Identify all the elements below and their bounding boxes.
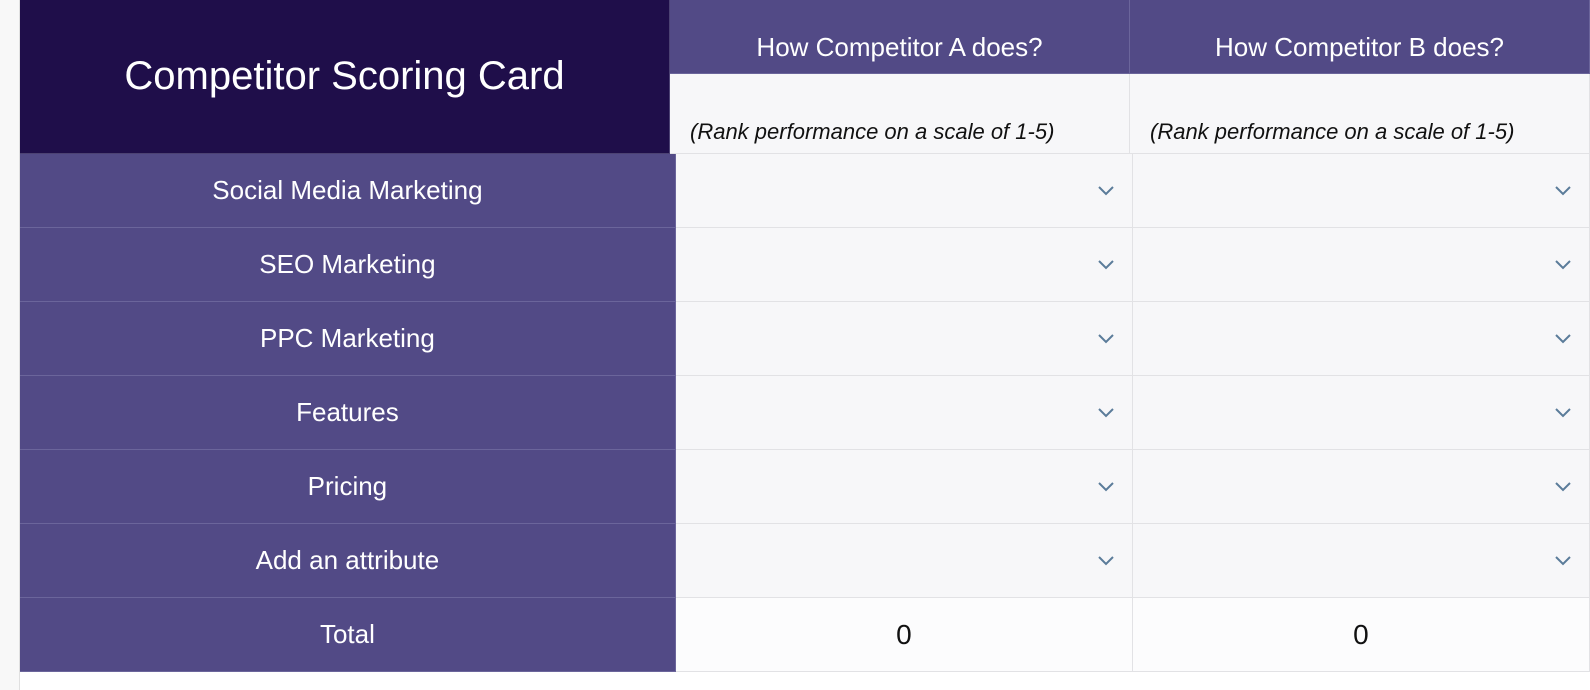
attribute-label: Social Media Marketing bbox=[20, 154, 676, 228]
chevron-down-icon bbox=[1555, 408, 1571, 418]
attribute-label-text: Features bbox=[296, 397, 399, 428]
column-a-subheader: (Rank performance on a scale of 1-5) bbox=[670, 74, 1130, 154]
chevron-down-icon bbox=[1098, 260, 1114, 270]
chevron-down-icon bbox=[1098, 556, 1114, 566]
chevron-down-icon bbox=[1098, 186, 1114, 196]
score-dropdown-b[interactable] bbox=[1133, 228, 1590, 302]
total-row: Total 0 0 bbox=[20, 598, 1590, 672]
column-b-header-text: How Competitor B does? bbox=[1215, 32, 1504, 63]
column-a-header-text: How Competitor A does? bbox=[756, 32, 1042, 63]
score-dropdown-a[interactable] bbox=[676, 302, 1133, 376]
attribute-label: SEO Marketing bbox=[20, 228, 676, 302]
table-row: Social Media Marketing bbox=[20, 154, 1590, 228]
column-a-subheader-text: (Rank performance on a scale of 1-5) bbox=[690, 119, 1054, 145]
row-header-gutter bbox=[0, 0, 20, 690]
total-label-text: Total bbox=[320, 619, 375, 650]
column-b-subheader-text: (Rank performance on a scale of 1-5) bbox=[1150, 119, 1514, 145]
card-title: Competitor Scoring Card bbox=[20, 0, 670, 154]
table-row: PPC Marketing bbox=[20, 302, 1590, 376]
attribute-label-text: PPC Marketing bbox=[260, 323, 435, 354]
column-b-header: How Competitor B does? bbox=[1130, 0, 1590, 74]
chevron-down-icon bbox=[1555, 260, 1571, 270]
column-b-subheader: (Rank performance on a scale of 1-5) bbox=[1130, 74, 1590, 154]
score-dropdown-b[interactable] bbox=[1133, 376, 1590, 450]
attribute-label-text: Add an attribute bbox=[256, 545, 440, 576]
table-row: Pricing bbox=[20, 450, 1590, 524]
attribute-label: PPC Marketing bbox=[20, 302, 676, 376]
total-b-value: 0 bbox=[1353, 619, 1369, 651]
total-a-value: 0 bbox=[896, 619, 912, 651]
chevron-down-icon bbox=[1555, 334, 1571, 344]
total-b: 0 bbox=[1133, 598, 1590, 672]
chevron-down-icon bbox=[1098, 408, 1114, 418]
score-dropdown-a[interactable] bbox=[676, 450, 1133, 524]
score-dropdown-b[interactable] bbox=[1133, 302, 1590, 376]
score-dropdown-a[interactable] bbox=[676, 524, 1133, 598]
chevron-down-icon bbox=[1555, 482, 1571, 492]
attribute-label: Pricing bbox=[20, 450, 676, 524]
table-row: Add an attribute bbox=[20, 524, 1590, 598]
score-dropdown-a[interactable] bbox=[676, 228, 1133, 302]
chevron-down-icon bbox=[1555, 556, 1571, 566]
attribute-label-text: Social Media Marketing bbox=[212, 175, 482, 206]
score-dropdown-a[interactable] bbox=[676, 376, 1133, 450]
column-a-header: How Competitor A does? bbox=[670, 0, 1130, 74]
score-dropdown-b[interactable] bbox=[1133, 450, 1590, 524]
attribute-label: Add an attribute bbox=[20, 524, 676, 598]
scoring-table: Competitor Scoring Card How Competitor A… bbox=[20, 0, 1590, 690]
score-dropdown-b[interactable] bbox=[1133, 154, 1590, 228]
chevron-down-icon bbox=[1555, 186, 1571, 196]
attribute-label: Features bbox=[20, 376, 676, 450]
table-row: Features bbox=[20, 376, 1590, 450]
score-dropdown-a[interactable] bbox=[676, 154, 1133, 228]
attribute-label-text: Pricing bbox=[308, 471, 387, 502]
chevron-down-icon bbox=[1098, 334, 1114, 344]
score-dropdown-b[interactable] bbox=[1133, 524, 1590, 598]
total-label: Total bbox=[20, 598, 676, 672]
card-title-text: Competitor Scoring Card bbox=[124, 54, 564, 99]
total-a: 0 bbox=[676, 598, 1133, 672]
chevron-down-icon bbox=[1098, 482, 1114, 492]
table-row: SEO Marketing bbox=[20, 228, 1590, 302]
attribute-label-text: SEO Marketing bbox=[259, 249, 435, 280]
